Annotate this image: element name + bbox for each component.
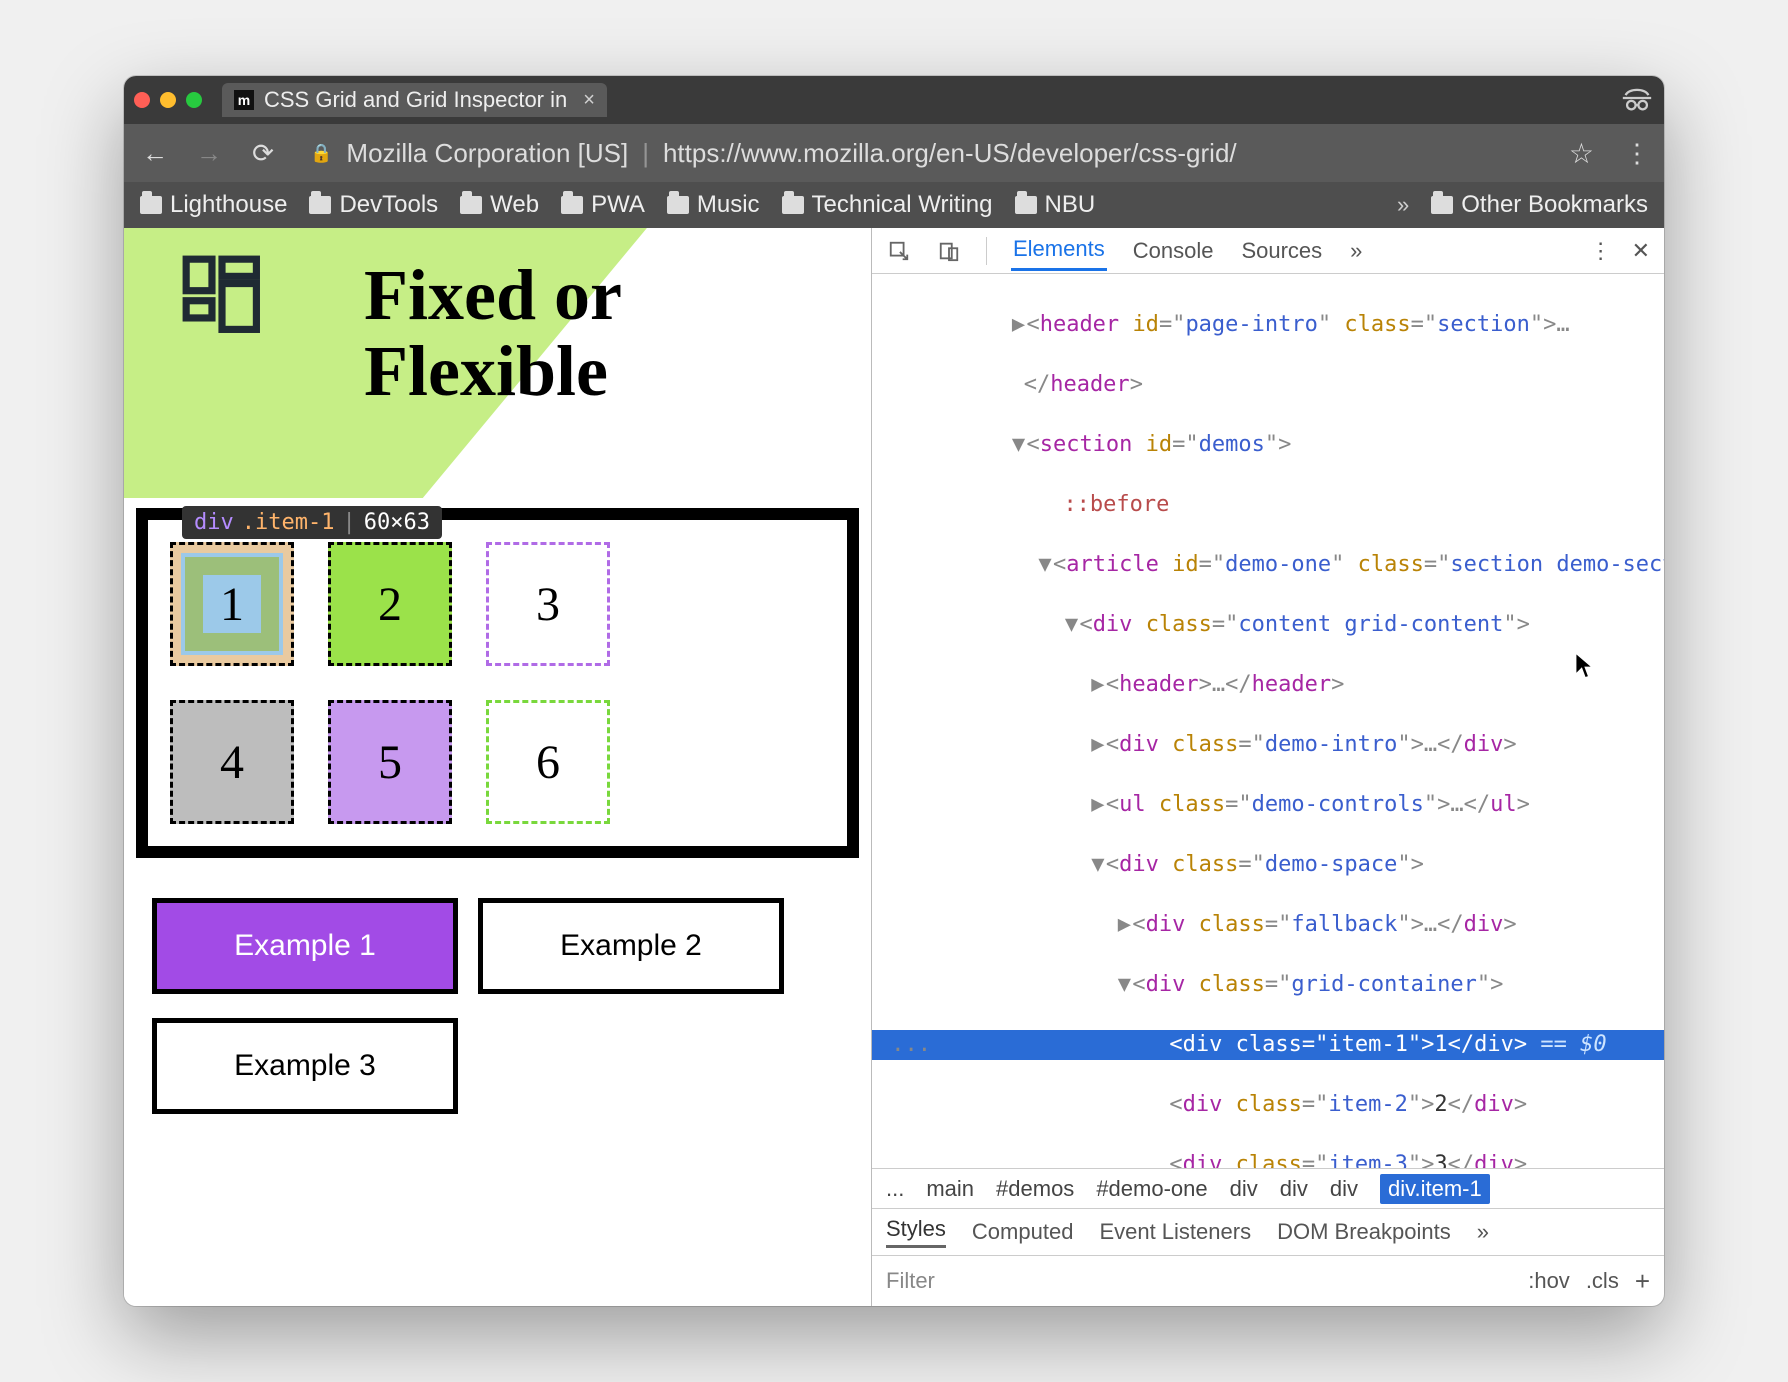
subtab-dom-breakpoints[interactable]: DOM Breakpoints — [1277, 1219, 1451, 1245]
page-heading: Fixed or Flexible — [364, 258, 622, 409]
grid-item-6[interactable]: 6 — [486, 700, 610, 824]
grid-demo: div.item-1 | 60×63 1 2 3 4 5 6 — [136, 508, 859, 858]
example-1-button[interactable]: Example 1 — [152, 898, 458, 994]
folder-icon — [460, 196, 482, 214]
devtools-panel: Elements Console Sources » ⋮ ✕ ▶<header … — [872, 228, 1664, 1306]
secure-origin-label: Mozilla Corporation [US] — [346, 138, 628, 169]
forward-button[interactable]: → — [192, 138, 226, 169]
devtools-toolbar: Elements Console Sources » ⋮ ✕ — [872, 228, 1664, 274]
browser-toolbar: ← → ⟳ 🔒 Mozilla Corporation [US] | https… — [124, 124, 1664, 182]
grid-item-2[interactable]: 2 — [328, 542, 452, 666]
new-style-rule-button[interactable]: + — [1635, 1266, 1650, 1297]
cls-toggle[interactable]: .cls — [1586, 1268, 1619, 1294]
tab-title: CSS Grid and Grid Inspector in — [264, 87, 567, 113]
bookmark-item[interactable]: DevTools — [309, 191, 438, 219]
bookmark-item[interactable]: Lighthouse — [140, 191, 287, 219]
address-bar[interactable]: 🔒 Mozilla Corporation [US] | https://www… — [300, 133, 1604, 174]
folder-icon — [1015, 196, 1037, 214]
inspect-icon[interactable] — [886, 238, 912, 264]
subtab-computed[interactable]: Computed — [972, 1219, 1074, 1245]
bookmarks-bar: Lighthouse DevTools Web PWA Music Techni… — [124, 182, 1664, 228]
subtab-event-listeners[interactable]: Event Listeners — [1099, 1219, 1251, 1245]
bookmark-item[interactable]: Music — [667, 191, 760, 219]
grid-logo-icon — [179, 252, 265, 338]
lock-icon: 🔒 — [310, 143, 332, 164]
hov-toggle[interactable]: :hov — [1528, 1268, 1570, 1294]
browser-menu-button[interactable]: ⋮ — [1624, 138, 1650, 169]
styles-filter-row: Filter :hov .cls + — [872, 1256, 1664, 1306]
close-window-button[interactable] — [134, 92, 150, 108]
example-3-button[interactable]: Example 3 — [152, 1018, 458, 1114]
folder-icon — [309, 196, 331, 214]
maximize-window-button[interactable] — [186, 92, 202, 108]
subtabs-overflow-button[interactable]: » — [1477, 1219, 1489, 1245]
back-button[interactable]: ← — [138, 138, 172, 169]
element-tooltip: div.item-1 | 60×63 — [182, 506, 442, 539]
hero-section: Fixed or Flexible — [124, 228, 871, 498]
reload-button[interactable]: ⟳ — [246, 138, 280, 169]
subtab-styles[interactable]: Styles — [886, 1216, 946, 1248]
devtools-menu-button[interactable]: ⋮ — [1590, 238, 1612, 264]
devtools-close-button[interactable]: ✕ — [1632, 238, 1650, 264]
bookmark-star-icon[interactable]: ☆ — [1569, 137, 1594, 170]
grid-item-5[interactable]: 5 — [328, 700, 452, 824]
tabs-overflow-button[interactable]: » — [1348, 232, 1364, 270]
tab-sources[interactable]: Sources — [1239, 232, 1324, 270]
grid-item-4[interactable]: 4 — [170, 700, 294, 824]
dom-breadcrumb[interactable]: ... main #demos #demo-one div div div di… — [872, 1168, 1664, 1208]
incognito-icon — [1620, 81, 1654, 120]
browser-tab[interactable]: m CSS Grid and Grid Inspector in × — [222, 83, 607, 117]
bookmark-item[interactable]: NBU — [1015, 191, 1096, 219]
dom-tree[interactable]: ▶<header id="page-intro" class="section"… — [872, 274, 1664, 1168]
url-text: https://www.mozilla.org/en-US/developer/… — [663, 138, 1237, 169]
folder-icon — [782, 196, 804, 214]
folder-icon — [561, 196, 583, 214]
other-bookmarks-button[interactable]: Other Bookmarks — [1431, 191, 1648, 219]
browser-window: m CSS Grid and Grid Inspector in × ← → ⟳… — [124, 76, 1664, 1306]
bookmarks-overflow-button[interactable]: » — [1397, 192, 1409, 218]
styles-filter-input[interactable]: Filter — [886, 1268, 935, 1294]
styles-subtabs: Styles Computed Event Listeners DOM Brea… — [872, 1208, 1664, 1256]
bookmark-item[interactable]: PWA — [561, 191, 645, 219]
grid-item-1[interactable]: 1 — [170, 542, 294, 666]
folder-icon — [667, 196, 689, 214]
tab-elements[interactable]: Elements — [1011, 230, 1107, 271]
window-titlebar: m CSS Grid and Grid Inspector in × — [124, 76, 1664, 124]
close-tab-icon[interactable]: × — [583, 89, 595, 112]
example-buttons: Example 1 Example 2 Example 3 — [124, 898, 871, 1114]
folder-icon — [140, 196, 162, 214]
folder-icon — [1431, 196, 1453, 214]
bookmark-item[interactable]: Web — [460, 191, 539, 219]
page-viewport: Fixed or Flexible div.item-1 | 60×63 1 2… — [124, 228, 872, 1306]
favicon: m — [234, 90, 254, 110]
bookmark-item[interactable]: Technical Writing — [782, 191, 993, 219]
traffic-lights — [134, 92, 202, 108]
device-toggle-icon[interactable] — [936, 238, 962, 264]
tab-console[interactable]: Console — [1131, 232, 1216, 270]
example-2-button[interactable]: Example 2 — [478, 898, 784, 994]
grid-item-3[interactable]: 3 — [486, 542, 610, 666]
minimize-window-button[interactable] — [160, 92, 176, 108]
